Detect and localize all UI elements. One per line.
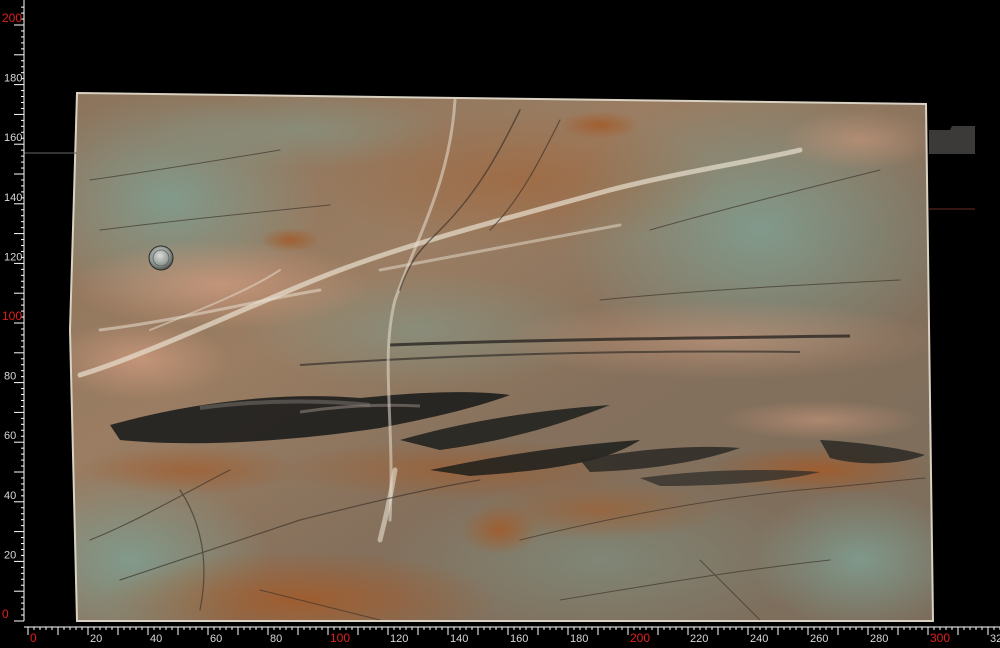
- y-ruler-label: 160: [4, 132, 22, 144]
- slab-viewer: 0 20 40 60 80 100 120 140 160 180 200 0 20 40 60 80 100…: [0, 0, 1000, 648]
- y-ruler-label: 40: [4, 490, 16, 502]
- x-ruler-label: 140: [450, 633, 468, 645]
- horizontal-ruler: 0 20 40 60 80 100 120 140 160 180 200 220 240 260 280 3…: [24, 626, 1000, 645]
- coin-marker: [148, 245, 174, 271]
- x-ruler-label: 120: [390, 633, 408, 645]
- slab-scene: 0 20 40 60 80 100 120 140 160 180 200 0 20 40 60 80 100…: [2, 0, 1000, 645]
- y-ruler-label: 80: [4, 371, 16, 383]
- x-ruler-label: 40: [150, 633, 162, 645]
- y-ruler-label: 140: [4, 192, 22, 204]
- x-ruler-label: 320: [990, 633, 1000, 645]
- x-ruler-label: 200: [630, 631, 650, 645]
- x-ruler-label: 100: [330, 631, 350, 645]
- y-ruler-label: 100: [2, 309, 22, 323]
- y-ruler-label: 120: [4, 251, 22, 263]
- stone-slab: [68, 91, 935, 622]
- y-ruler-label: 180: [4, 73, 22, 85]
- x-ruler-label: 300: [930, 631, 950, 645]
- y-ruler-label: 200: [2, 11, 22, 25]
- y-ruler-label: 0: [2, 607, 9, 621]
- y-ruler-label: 20: [4, 549, 16, 561]
- vertical-ruler: 0 20 40 60 80 100 120 140 160 180 200: [2, 0, 25, 622]
- x-ruler-label: 20: [90, 633, 102, 645]
- x-ruler-label: 80: [270, 633, 282, 645]
- x-ruler-label: 180: [570, 633, 588, 645]
- x-ruler-label: 60: [210, 633, 222, 645]
- y-ruler-label: 60: [4, 430, 16, 442]
- x-ruler-label: 260: [810, 633, 828, 645]
- x-ruler-label: 220: [690, 633, 708, 645]
- x-ruler-label: 160: [510, 633, 528, 645]
- x-ruler-label: 0: [30, 631, 37, 645]
- x-ruler-label: 240: [750, 633, 768, 645]
- x-ruler-label: 280: [870, 633, 888, 645]
